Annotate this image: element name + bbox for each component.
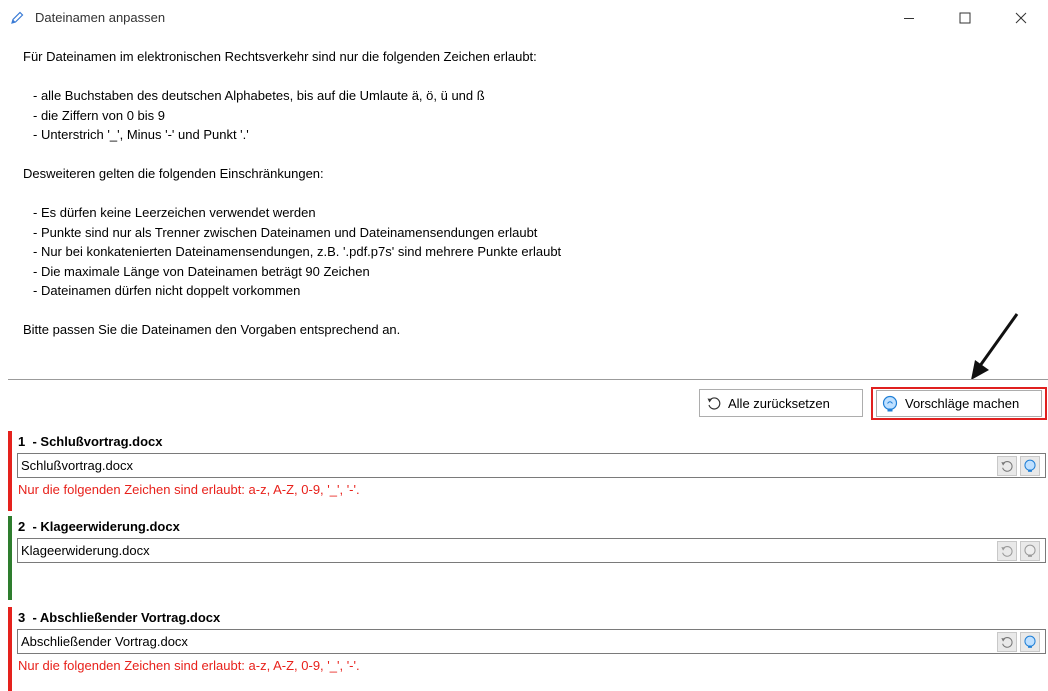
status-bar-error bbox=[8, 431, 12, 511]
divider bbox=[8, 379, 1048, 380]
lightbulb-icon bbox=[1024, 459, 1036, 472]
maximize-button[interactable] bbox=[942, 0, 988, 36]
entry-header: 3 - Abschließender Vortrag.docx bbox=[18, 610, 221, 625]
filename-value: Abschließender Vortrag.docx bbox=[21, 634, 188, 649]
entry-header: 1 - Schlußvortrag.docx bbox=[18, 434, 163, 449]
file-entry: 3 - Abschließender Vortrag.docx Abschlie… bbox=[0, 607, 1048, 691]
suggest-entry-button[interactable] bbox=[1020, 541, 1040, 561]
restriction-item: - Punkte sind nur als Trenner zwischen D… bbox=[33, 224, 538, 240]
filename-field[interactable]: Klageerwiderung.docx bbox=[17, 538, 1046, 563]
error-message: Nur die folgenden Zeichen sind erlaubt: … bbox=[18, 658, 360, 673]
pencil-icon bbox=[11, 11, 24, 24]
status-bar-error bbox=[8, 607, 12, 691]
suggest-button[interactable]: Vorschläge machen bbox=[871, 387, 1047, 420]
close-icon bbox=[1015, 12, 1027, 24]
info-intro: Für Dateinamen im elektronischen Rechtsv… bbox=[23, 49, 537, 64]
restrictions-intro: Desweiteren gelten die folgenden Einschr… bbox=[23, 166, 324, 181]
error-message: Nur die folgenden Zeichen sind erlaubt: … bbox=[18, 482, 360, 497]
undo-icon bbox=[1001, 637, 1013, 648]
lightbulb-icon bbox=[1024, 544, 1036, 557]
restriction-item: - Dateinamen dürfen nicht doppelt vorkom… bbox=[33, 283, 301, 298]
allowed-item: - die Ziffern von 0 bis 9 bbox=[33, 107, 165, 123]
filename-value: Klageerwiderung.docx bbox=[21, 543, 150, 558]
allowed-item: - Unterstrich '_', Minus '-' und Punkt '… bbox=[33, 127, 249, 142]
reset-all-button[interactable]: Alle zurücksetzen bbox=[699, 389, 863, 417]
filename-value: Schlußvortrag.docx bbox=[21, 458, 133, 473]
minimize-icon bbox=[904, 18, 914, 19]
reset-all-label: Alle zurücksetzen bbox=[728, 395, 830, 411]
lightbulb-icon bbox=[1024, 635, 1036, 648]
suggest-button-inner: Vorschläge machen bbox=[876, 390, 1042, 417]
restriction-item: - Es dürfen keine Leerzeichen verwendet … bbox=[33, 205, 316, 220]
title-bar: Dateinamen anpassen bbox=[0, 0, 1048, 36]
reset-entry-button[interactable] bbox=[997, 541, 1017, 561]
restriction-item: - Nur bei konkatenierten Dateinamensendu… bbox=[33, 244, 562, 259]
minimize-button[interactable] bbox=[886, 0, 932, 36]
undo-icon bbox=[1001, 461, 1013, 472]
close-button[interactable] bbox=[998, 0, 1044, 36]
suggest-label: Vorschläge machen bbox=[905, 396, 1020, 411]
reset-entry-button[interactable] bbox=[997, 632, 1017, 652]
reset-entry-button[interactable] bbox=[997, 456, 1017, 476]
restriction-item: - Die maximale Länge von Dateinamen betr… bbox=[33, 263, 370, 279]
allowed-item: - alle Buchstaben des deutschen Alphabet… bbox=[33, 88, 485, 103]
maximize-icon bbox=[959, 12, 971, 24]
annotation-arrow bbox=[971, 313, 1019, 380]
info-closing: Bitte passen Sie die Dateinamen den Vorg… bbox=[23, 322, 401, 337]
file-entry: 1 - Schlußvortrag.docx Schlußvortrag.doc… bbox=[0, 431, 1048, 511]
undo-icon bbox=[1001, 546, 1013, 557]
window-title: Dateinamen anpassen bbox=[35, 10, 166, 25]
suggest-entry-button[interactable] bbox=[1020, 456, 1040, 476]
suggest-entry-button[interactable] bbox=[1020, 632, 1040, 652]
undo-icon bbox=[707, 397, 721, 410]
status-bar-ok bbox=[8, 516, 12, 600]
filename-field[interactable]: Abschließender Vortrag.docx bbox=[17, 629, 1046, 654]
entry-header: 2 - Klageerwiderung.docx bbox=[18, 519, 180, 534]
file-entry: 2 - Klageerwiderung.docx Klageerwiderung… bbox=[0, 516, 1048, 600]
lightbulb-icon bbox=[882, 395, 898, 411]
filename-field[interactable]: Schlußvortrag.docx bbox=[17, 453, 1046, 478]
info-text: Für Dateinamen im elektronischen Rechtsv… bbox=[23, 47, 1023, 340]
